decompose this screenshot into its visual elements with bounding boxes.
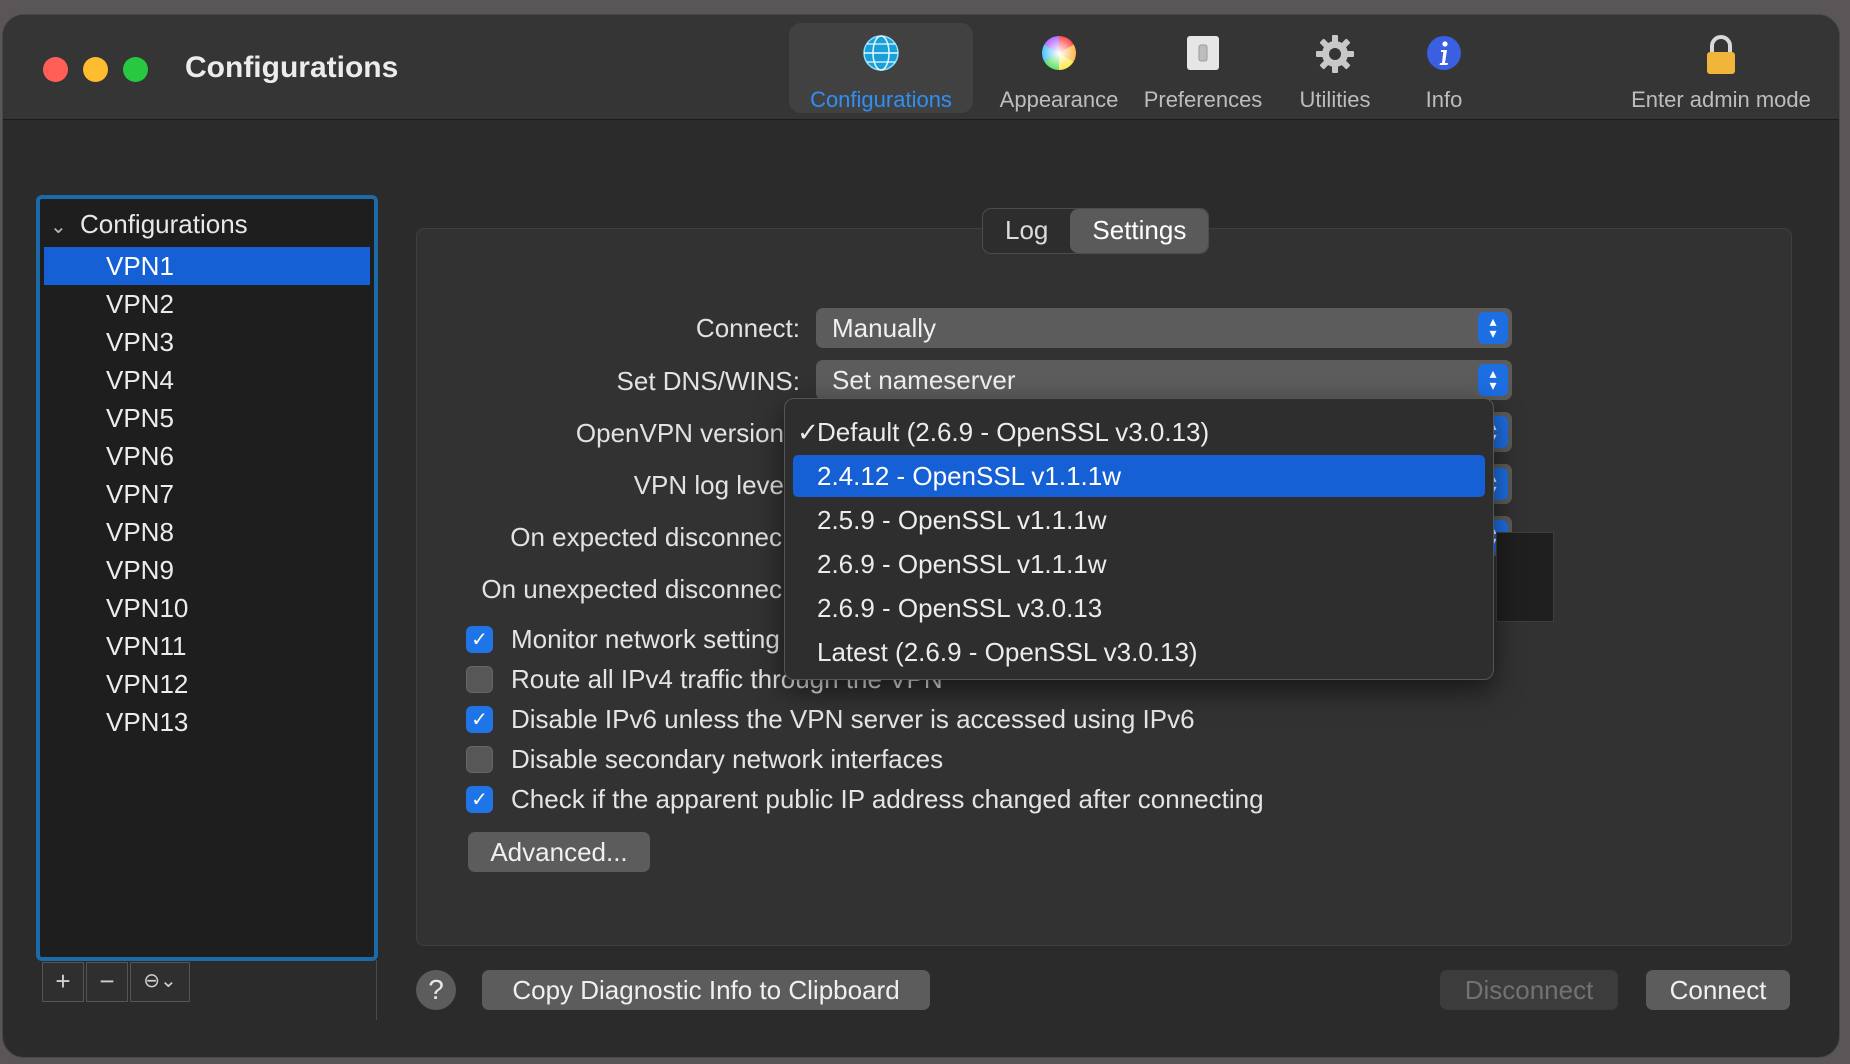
up-down-arrows-icon: ▴▾	[1478, 364, 1508, 396]
checkbox-checked[interactable]: ✓	[466, 705, 493, 733]
chevron-down-icon[interactable]: ⌄	[50, 214, 68, 239]
checkbox-row[interactable]: ✓ Check if the apparent public IP addres…	[466, 782, 1264, 816]
sidebar-item-vpn3[interactable]: VPN3	[44, 323, 370, 361]
sidebar-item-vpn4[interactable]: VPN4	[44, 361, 370, 399]
checkbox-label: Check if the apparent public IP address …	[511, 783, 1264, 814]
menu-item-label: Default (2.6.9 - OpenSSL v3.0.13)	[817, 417, 1210, 447]
tab-settings[interactable]: Settings	[1070, 209, 1209, 253]
sidebar-list: VPN1 VPN2 VPN3 VPN4 VPN5 VPN6 VPN7 VPN8 …	[44, 247, 370, 741]
sidebar-toolbar: + − ⊖⌄	[42, 962, 192, 1002]
advanced-button[interactable]: Advanced...	[468, 832, 650, 872]
connect-button[interactable]: Connect	[1646, 970, 1790, 1010]
menu-item-2-6-9-v3013[interactable]: 2.6.9 - OpenSSL v3.0.13	[793, 587, 1485, 629]
openvpn-version-label: OpenVPN version	[575, 418, 784, 448]
checkmark-icon: ✓	[797, 417, 819, 447]
connect-label: Connect:	[695, 313, 800, 343]
sidebar-item-vpn1[interactable]: VPN1	[44, 247, 370, 285]
dns-popup[interactable]: Set nameserver ▴ ▾	[816, 360, 1512, 400]
expected-disconnect-label: On expected disconnec	[510, 522, 782, 552]
switch-icon	[1183, 33, 1223, 78]
info-icon	[1424, 33, 1464, 78]
checkbox-label: Disable IPv6 unless the VPN server is ac…	[511, 703, 1195, 734]
toolbar-label: Utilities	[1299, 87, 1371, 112]
zoom-window-button[interactable]	[123, 57, 148, 82]
titlebar: Configurations Configurations Appearance…	[3, 15, 1839, 120]
color-wheel-icon	[1039, 33, 1079, 78]
toolbar-configurations[interactable]: Configurations	[789, 23, 973, 113]
toolbar-label: Preferences	[1143, 87, 1263, 112]
connect-popup[interactable]: Manually ▴ ▾	[816, 308, 1512, 348]
toolbar-label: Info	[1425, 87, 1463, 112]
toolbar-preferences[interactable]: Preferences	[1139, 23, 1267, 113]
lock-icon	[1701, 33, 1741, 82]
more-actions-button[interactable]: ⊖⌄	[130, 962, 190, 1002]
menu-item-2-6-9-v111w[interactable]: 2.6.9 - OpenSSL v1.1.1w	[793, 543, 1485, 585]
configurations-sidebar[interactable]: ⌄ Configurations VPN1 VPN2 VPN3 VPN4 VPN5…	[36, 195, 378, 961]
remove-configuration-button[interactable]: −	[86, 962, 128, 1002]
connect-value: Manually	[832, 313, 937, 343]
menu-item-label: 2.6.9 - OpenSSL v1.1.1w	[817, 549, 1107, 579]
toolbar-appearance[interactable]: Appearance	[979, 23, 1139, 113]
toolbar-label: Configurations	[810, 87, 952, 112]
checkbox-checked[interactable]: ✓	[466, 785, 493, 813]
sidebar-item-vpn13[interactable]: VPN13	[44, 703, 370, 741]
add-configuration-button[interactable]: +	[42, 962, 84, 1002]
dns-label: Set DNS/WINS:	[616, 366, 800, 396]
checkbox-label: Disable secondary network interfaces	[511, 743, 944, 774]
menu-item-label: Latest (2.6.9 - OpenSSL v3.0.13)	[817, 637, 1198, 667]
checkbox-checked[interactable]: ✓	[466, 625, 493, 653]
menu-item-label: 2.5.9 - OpenSSL v1.1.1w	[817, 505, 1107, 535]
dns-value: Set nameserver	[832, 365, 1016, 395]
sidebar-item-vpn12[interactable]: VPN12	[44, 665, 370, 703]
menu-item-2-4-12[interactable]: 2.4.12 - OpenSSL v1.1.1w	[793, 455, 1485, 497]
gear-icon	[1314, 33, 1356, 80]
sidebar-group-label: Configurations	[80, 209, 248, 239]
checkbox-row[interactable]: Disable secondary network interfaces	[466, 742, 943, 776]
log-level-label: VPN log leve	[633, 470, 784, 500]
toolbar-info[interactable]: Info	[1399, 23, 1489, 113]
window-title: Configurations	[185, 51, 399, 84]
tab-log[interactable]: Log	[983, 209, 1070, 253]
checkbox-unchecked[interactable]	[466, 745, 493, 773]
menu-item-default[interactable]: ✓ Default (2.6.9 - OpenSSL v3.0.13)	[793, 411, 1485, 453]
openvpn-version-menu: ✓ Default (2.6.9 - OpenSSL v3.0.13) 2.4.1…	[784, 398, 1494, 680]
checkbox-label: Monitor network setting	[511, 623, 780, 654]
checkbox-row[interactable]: ✓ Monitor network setting	[466, 622, 780, 656]
sidebar-item-vpn5[interactable]: VPN5	[44, 399, 370, 437]
unexpected-disconnect-label: On unexpected disconnec	[481, 574, 782, 604]
sidebar-item-vpn10[interactable]: VPN10	[44, 589, 370, 627]
menu-item-latest[interactable]: Latest (2.6.9 - OpenSSL v3.0.13)	[793, 631, 1485, 673]
sidebar-group-configurations[interactable]: ⌄ Configurations	[50, 209, 248, 240]
checkbox-unchecked[interactable]	[466, 665, 493, 693]
sidebar-item-vpn9[interactable]: VPN9	[44, 551, 370, 589]
disconnect-action-field	[1496, 532, 1554, 622]
sidebar-item-vpn11[interactable]: VPN11	[44, 627, 370, 665]
globe-icon	[861, 33, 901, 78]
sidebar-item-vpn7[interactable]: VPN7	[44, 475, 370, 513]
copy-diagnostic-button[interactable]: Copy Diagnostic Info to Clipboard	[482, 970, 930, 1010]
disconnect-button[interactable]: Disconnect	[1440, 970, 1618, 1010]
minimize-window-button[interactable]	[83, 57, 108, 82]
sidebar-item-vpn8[interactable]: VPN8	[44, 513, 370, 551]
menu-item-2-5-9[interactable]: 2.5.9 - OpenSSL v1.1.1w	[793, 499, 1485, 541]
menu-item-label: 2.6.9 - OpenSSL v3.0.13	[817, 593, 1103, 623]
toolbar-admin-mode[interactable]: Enter admin mode	[1611, 23, 1831, 113]
help-button[interactable]: ?	[416, 970, 456, 1010]
divider	[376, 960, 377, 1020]
checkbox-row[interactable]: ✓ Disable IPv6 unless the VPN server is …	[466, 702, 1195, 736]
toolbar-utilities[interactable]: Utilities	[1283, 23, 1387, 113]
menu-item-label: 2.4.12 - OpenSSL v1.1.1w	[817, 461, 1122, 491]
toolbar-label: Appearance	[999, 87, 1119, 112]
toolbar-label: Enter admin mode	[1631, 87, 1811, 112]
close-window-button[interactable]	[43, 57, 68, 82]
sidebar-item-vpn2[interactable]: VPN2	[44, 285, 370, 323]
up-down-arrows-icon: ▴▾	[1478, 312, 1508, 344]
sidebar-item-vpn6[interactable]: VPN6	[44, 437, 370, 475]
log-settings-tabs: Log Settings	[982, 208, 1210, 254]
